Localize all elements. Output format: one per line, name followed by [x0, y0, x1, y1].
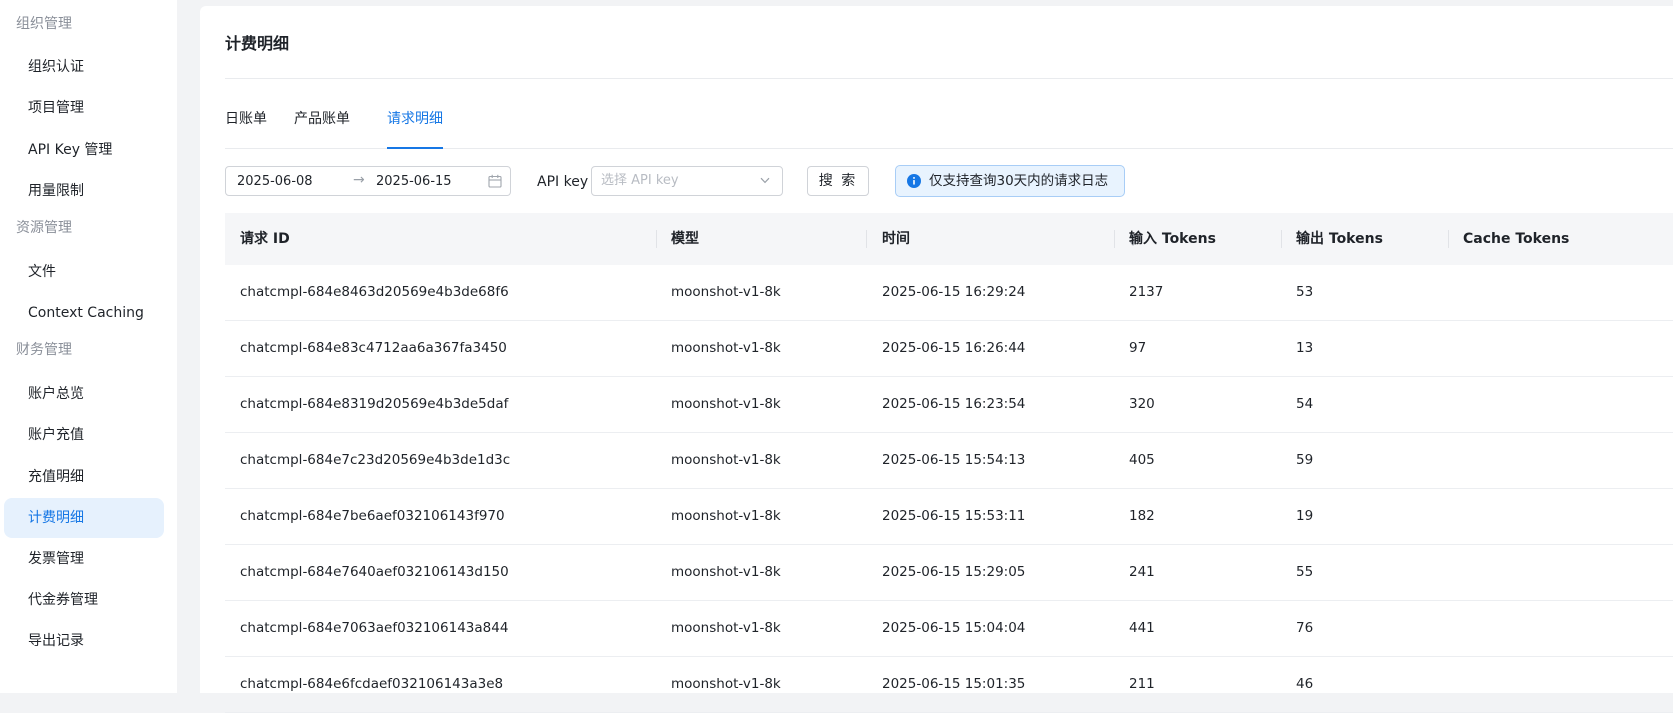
cell-input-tokens: 182 — [1129, 508, 1155, 524]
table-body: chatcmpl-684e8463d20569e4b3de68f6 moonsho… — [225, 265, 1673, 713]
cell-request-id: chatcmpl-684e8463d20569e4b3de68f6 — [240, 284, 509, 300]
tab-active-indicator — [387, 147, 443, 149]
info-notice: 仅支持查询30天内的请求日志 — [895, 165, 1125, 197]
tab-daily-bill[interactable]: 日账单 — [225, 108, 267, 130]
search-button[interactable]: 搜 索 — [807, 166, 869, 196]
cell-time: 2025-06-15 16:23:54 — [882, 396, 1026, 412]
sidebar-item-export-records[interactable]: 导出记录 — [4, 621, 164, 661]
date-range-picker[interactable]: 2025-06-08 → 2025-06-15 — [225, 166, 511, 196]
sidebar-group-title: 财务管理 — [16, 342, 72, 358]
api-key-input[interactable] — [601, 172, 751, 190]
sidebar-item-context-caching[interactable]: Context Caching — [4, 293, 164, 333]
cell-request-id: chatcmpl-684e8319d20569e4b3de5daf — [240, 396, 509, 412]
cell-output-tokens: 55 — [1296, 564, 1314, 580]
divider — [225, 78, 1673, 79]
cell-time: 2025-06-15 15:04:04 — [882, 620, 1026, 636]
column-header-output-tokens: 输出 Tokens — [1296, 231, 1383, 247]
column-separator — [1114, 230, 1115, 248]
cell-model: moonshot-v1-8k — [671, 676, 781, 692]
tab-product-bill[interactable]: 产品账单 — [294, 108, 350, 130]
cell-output-tokens: 46 — [1296, 676, 1314, 692]
sidebar-item-invoices[interactable]: 发票管理 — [4, 539, 164, 579]
table-header: 请求 ID 模型 时间 输入 Tokens 输出 Tokens Cache To… — [225, 213, 1673, 265]
api-key-select[interactable] — [591, 166, 783, 196]
cell-request-id: chatcmpl-684e6fcdaef032106143a3e8 — [240, 676, 504, 692]
table-row[interactable]: chatcmpl-684e6fcdaef032106143a3e8 moonsho… — [225, 657, 1673, 713]
cell-output-tokens: 53 — [1296, 284, 1314, 300]
cell-model: moonshot-v1-8k — [671, 396, 781, 412]
page-title: 计费明细 — [225, 34, 290, 53]
cell-time: 2025-06-15 15:54:13 — [882, 452, 1026, 468]
cell-time: 2025-06-15 16:26:44 — [882, 340, 1026, 356]
request-table: 请求 ID 模型 时间 输入 Tokens 输出 Tokens Cache To… — [225, 213, 1673, 713]
chevron-down-icon — [760, 177, 770, 184]
column-separator — [656, 230, 657, 248]
column-header-time[interactable]: 时间 — [882, 213, 910, 265]
cell-output-tokens: 76 — [1296, 620, 1314, 636]
column-header-model: 模型 — [671, 231, 699, 247]
sidebar-item-account-recharge[interactable]: 账户充值 — [4, 415, 164, 455]
table-row[interactable]: chatcmpl-684e7be6aef032106143f970 moonsho… — [225, 489, 1673, 545]
cell-request-id: chatcmpl-684e7be6aef032106143f970 — [240, 508, 505, 524]
api-key-label: API key — [537, 174, 589, 190]
notice-text: 仅支持查询30天内的请求日志 — [929, 173, 1109, 189]
column-header-input-tokens: 输入 Tokens — [1129, 231, 1216, 247]
cell-input-tokens: 2137 — [1129, 284, 1164, 300]
cell-input-tokens: 97 — [1129, 340, 1147, 356]
info-icon — [907, 174, 921, 188]
tab-request-details[interactable]: 请求明细 — [387, 108, 443, 130]
table-row[interactable]: chatcmpl-684e7640aef032106143d150 moonsho… — [225, 545, 1673, 601]
table-row[interactable]: chatcmpl-684e7063aef032106143a844 moonsho… — [225, 601, 1673, 657]
column-separator — [866, 230, 867, 248]
cell-input-tokens: 211 — [1129, 676, 1155, 692]
cell-output-tokens: 59 — [1296, 452, 1314, 468]
cell-request-id: chatcmpl-684e7063aef032106143a844 — [240, 620, 509, 636]
sidebar-group-title: 组织管理 — [16, 16, 72, 32]
sidebar-item-billing-details[interactable]: 计费明细 — [4, 498, 164, 538]
range-arrow-icon: → — [353, 172, 365, 188]
sidebar-group-title: 资源管理 — [16, 220, 72, 236]
cell-model: moonshot-v1-8k — [671, 284, 781, 300]
cell-input-tokens: 405 — [1129, 452, 1155, 468]
sidebar-item-files[interactable]: 文件 — [4, 252, 164, 292]
cell-request-id: chatcmpl-684e7640aef032106143d150 — [240, 564, 509, 580]
cell-output-tokens: 19 — [1296, 508, 1314, 524]
sidebar-item-projects[interactable]: 项目管理 — [4, 88, 164, 128]
sidebar: 组织管理 组织认证 项目管理 API Key 管理 用量限制 资源管理 文件 C… — [0, 0, 177, 693]
table-row[interactable]: chatcmpl-684e83c4712aa6a367fa3450 moonsho… — [225, 321, 1673, 377]
cell-request-id: chatcmpl-684e7c23d20569e4b3de1d3c — [240, 452, 511, 468]
cell-model: moonshot-v1-8k — [671, 564, 781, 580]
cell-time: 2025-06-15 16:29:24 — [882, 284, 1026, 300]
cell-input-tokens: 241 — [1129, 564, 1155, 580]
cell-request-id: chatcmpl-684e83c4712aa6a367fa3450 — [240, 340, 507, 356]
cell-model: moonshot-v1-8k — [671, 340, 781, 356]
cell-time: 2025-06-15 15:01:35 — [882, 676, 1026, 692]
cell-time: 2025-06-15 15:53:11 — [882, 508, 1026, 524]
main-panel: 计费明细 日账单 产品账单 请求明细 2025-06-08 → 2025-06-… — [200, 6, 1673, 713]
cell-input-tokens: 441 — [1129, 620, 1155, 636]
cell-model: moonshot-v1-8k — [671, 508, 781, 524]
date-end-field[interactable]: 2025-06-15 — [376, 173, 452, 191]
cell-output-tokens: 13 — [1296, 340, 1314, 356]
cell-time: 2025-06-15 15:29:05 — [882, 564, 1026, 580]
sidebar-item-account-overview[interactable]: 账户总览 — [4, 374, 164, 414]
cell-model: moonshot-v1-8k — [671, 452, 781, 468]
column-header-request-id: 请求 ID — [240, 231, 290, 247]
sidebar-item-org-verification[interactable]: 组织认证 — [4, 47, 164, 87]
cell-model: moonshot-v1-8k — [671, 620, 781, 636]
sidebar-item-usage-limits[interactable]: 用量限制 — [4, 171, 164, 211]
sidebar-item-recharge-details[interactable]: 充值明细 — [4, 457, 164, 497]
sidebar-item-api-keys[interactable]: API Key 管理 — [4, 130, 164, 170]
table-row[interactable]: chatcmpl-684e7c23d20569e4b3de1d3c moonsho… — [225, 433, 1673, 489]
cell-output-tokens: 54 — [1296, 396, 1314, 412]
date-start-field[interactable]: 2025-06-08 — [237, 173, 313, 191]
cell-input-tokens: 320 — [1129, 396, 1155, 412]
sidebar-item-vouchers[interactable]: 代金券管理 — [4, 580, 164, 620]
column-separator — [1448, 230, 1449, 248]
calendar-icon[interactable] — [488, 174, 502, 188]
column-separator — [1281, 230, 1282, 248]
table-row[interactable]: chatcmpl-684e8463d20569e4b3de68f6 moonsho… — [225, 265, 1673, 321]
table-row[interactable]: chatcmpl-684e8319d20569e4b3de5daf moonsho… — [225, 377, 1673, 433]
column-header-cache-tokens: Cache Tokens — [1463, 231, 1570, 247]
